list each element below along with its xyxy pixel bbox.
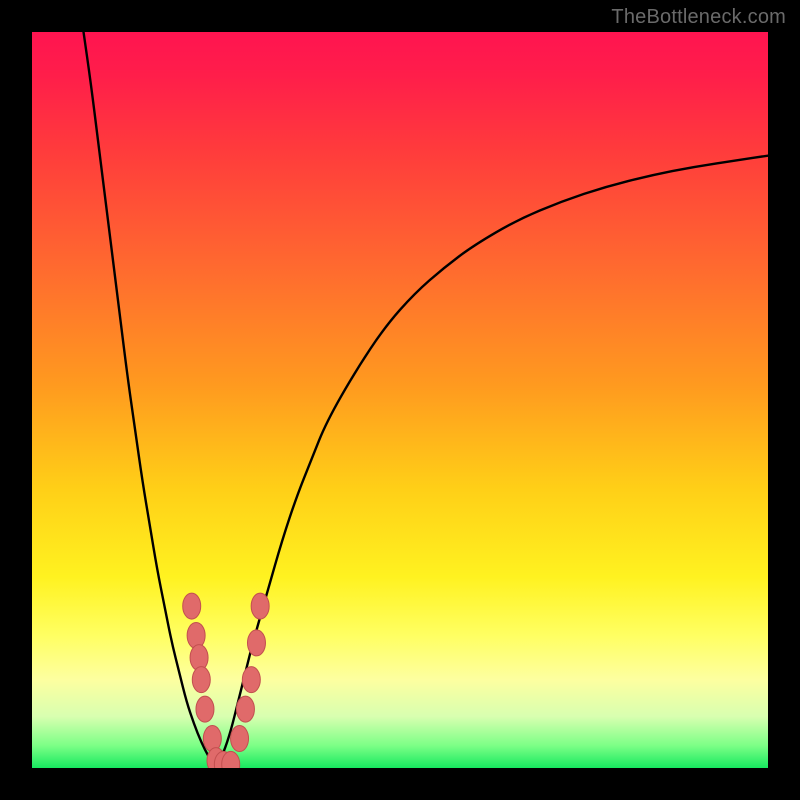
outer-frame: TheBottleneck.com xyxy=(0,0,800,800)
plot-area xyxy=(32,32,768,768)
bead-marker xyxy=(192,667,210,693)
bead-marker xyxy=(251,593,269,619)
bead-marker xyxy=(196,696,214,722)
bead-marker xyxy=(187,623,205,649)
bead-marker xyxy=(183,593,201,619)
bead-marker xyxy=(236,696,254,722)
watermark-text: TheBottleneck.com xyxy=(611,6,786,29)
bead-marker xyxy=(231,726,249,752)
bead-marker xyxy=(242,667,260,693)
right-curve xyxy=(216,156,768,768)
bead-marker xyxy=(247,630,265,656)
chart-svg xyxy=(32,32,768,768)
